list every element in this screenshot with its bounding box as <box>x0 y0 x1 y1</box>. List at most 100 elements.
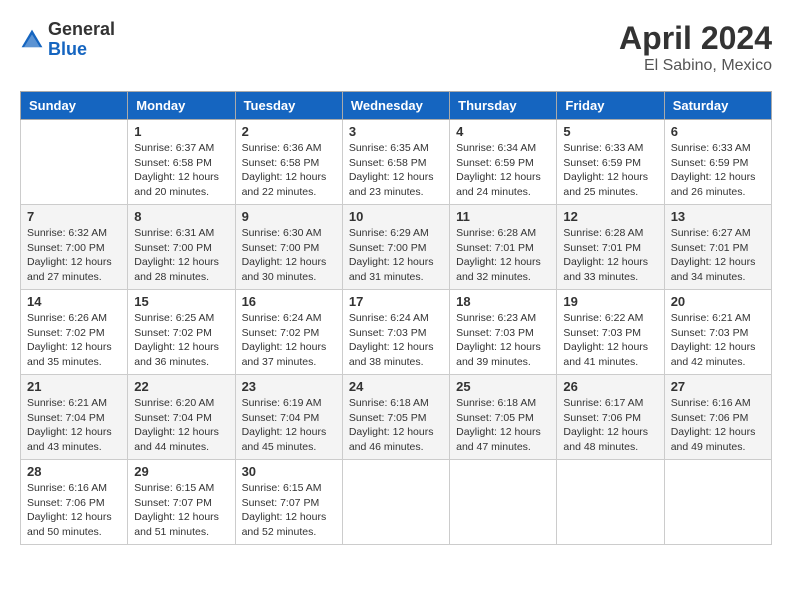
calendar-cell: 24 Sunrise: 6:18 AM Sunset: 7:05 PM Dayli… <box>342 375 449 460</box>
day-info: Sunrise: 6:28 AM Sunset: 7:01 PM Dayligh… <box>563 226 657 285</box>
day-number: 2 <box>242 124 336 139</box>
weekday-header-tuesday: Tuesday <box>235 92 342 120</box>
weekday-header-friday: Friday <box>557 92 664 120</box>
calendar-cell: 2 Sunrise: 6:36 AM Sunset: 6:58 PM Daylig… <box>235 120 342 205</box>
day-info: Sunrise: 6:35 AM Sunset: 6:58 PM Dayligh… <box>349 141 443 200</box>
day-info: Sunrise: 6:31 AM Sunset: 7:00 PM Dayligh… <box>134 226 228 285</box>
day-number: 15 <box>134 294 228 309</box>
logo-icon <box>20 28 44 52</box>
calendar-cell: 17Sunrise: 6:24 AM Sunset: 7:03 PM Dayli… <box>342 290 449 375</box>
day-number: 1 <box>134 124 228 139</box>
day-info: Sunrise: 6:18 AM Sunset: 7:05 PM Dayligh… <box>349 396 443 455</box>
day-number: 18 <box>456 294 550 309</box>
day-number: 6 <box>671 124 765 139</box>
day-number: 29 <box>134 464 228 479</box>
day-info: Sunrise: 6:36 AM Sunset: 6:58 PM Dayligh… <box>242 141 336 200</box>
calendar-cell <box>21 120 128 205</box>
calendar-cell: 19 Sunrise: 6:22 AM Sunset: 7:03 PM Dayli… <box>557 290 664 375</box>
day-info: Sunrise: 6:29 AM Sunset: 7:00 PM Dayligh… <box>349 226 443 285</box>
calendar-cell: 16Sunrise: 6:24 AM Sunset: 7:02 PM Dayli… <box>235 290 342 375</box>
day-number: 11 <box>456 209 550 224</box>
day-info: Sunrise: 6:23 AM Sunset: 7:03 PM Dayligh… <box>456 311 550 370</box>
day-number: 25 <box>456 379 550 394</box>
location: El Sabino, Mexico <box>619 57 772 75</box>
week-row-2: 7 Sunrise: 6:32 AM Sunset: 7:00 PM Daylig… <box>21 205 772 290</box>
weekday-header-thursday: Thursday <box>450 92 557 120</box>
day-info: Sunrise: 6:22 AM Sunset: 7:03 PM Dayligh… <box>563 311 657 370</box>
week-row-4: 21 Sunrise: 6:21 AM Sunset: 7:04 PM Dayli… <box>21 375 772 460</box>
day-info: Sunrise: 6:30 AM Sunset: 7:00 PM Dayligh… <box>242 226 336 285</box>
calendar-cell <box>450 460 557 545</box>
calendar-cell: 10 Sunrise: 6:29 AM Sunset: 7:00 PM Dayli… <box>342 205 449 290</box>
calendar-cell: 6 Sunrise: 6:33 AM Sunset: 6:59 PM Daylig… <box>664 120 771 205</box>
day-number: 10 <box>349 209 443 224</box>
month-title: April 2024 <box>619 20 772 57</box>
weekday-header-saturday: Saturday <box>664 92 771 120</box>
calendar-cell: 7 Sunrise: 6:32 AM Sunset: 7:00 PM Daylig… <box>21 205 128 290</box>
day-info: Sunrise: 6:28 AM Sunset: 7:01 PM Dayligh… <box>456 226 550 285</box>
day-number: 23 <box>242 379 336 394</box>
calendar-cell: 23 Sunrise: 6:19 AM Sunset: 7:04 PM Dayli… <box>235 375 342 460</box>
title-block: April 2024 El Sabino, Mexico <box>619 20 772 75</box>
day-info: Sunrise: 6:21 AM Sunset: 7:04 PM Dayligh… <box>27 396 121 455</box>
calendar-cell: 20 Sunrise: 6:21 AM Sunset: 7:03 PM Dayli… <box>664 290 771 375</box>
day-number: 14 <box>27 294 121 309</box>
day-number: 5 <box>563 124 657 139</box>
calendar-cell: 14 Sunrise: 6:26 AM Sunset: 7:02 PM Dayli… <box>21 290 128 375</box>
day-info: Sunrise: 6:16 AM Sunset: 7:06 PM Dayligh… <box>27 481 121 540</box>
calendar-cell: 9 Sunrise: 6:30 AM Sunset: 7:00 PM Daylig… <box>235 205 342 290</box>
day-info: Sunrise: 6:37 AM Sunset: 6:58 PM Dayligh… <box>134 141 228 200</box>
day-info: Sunrise: 6:17 AM Sunset: 7:06 PM Dayligh… <box>563 396 657 455</box>
calendar-cell <box>342 460 449 545</box>
day-info: Sunrise: 6:19 AM Sunset: 7:04 PM Dayligh… <box>242 396 336 455</box>
day-number: 26 <box>563 379 657 394</box>
day-number: 21 <box>27 379 121 394</box>
weekday-header-row: SundayMondayTuesdayWednesdayThursdayFrid… <box>21 92 772 120</box>
day-info: Sunrise: 6:26 AM Sunset: 7:02 PM Dayligh… <box>27 311 121 370</box>
day-number: 24 <box>349 379 443 394</box>
calendar-cell: 1 Sunrise: 6:37 AM Sunset: 6:58 PM Daylig… <box>128 120 235 205</box>
page-header: General Blue April 2024 El Sabino, Mexic… <box>20 20 772 75</box>
calendar-cell: 18 Sunrise: 6:23 AM Sunset: 7:03 PM Dayli… <box>450 290 557 375</box>
calendar-cell <box>557 460 664 545</box>
weekday-header-sunday: Sunday <box>21 92 128 120</box>
weekday-header-wednesday: Wednesday <box>342 92 449 120</box>
week-row-1: 1 Sunrise: 6:37 AM Sunset: 6:58 PM Daylig… <box>21 120 772 205</box>
calendar-cell: 25Sunrise: 6:18 AM Sunset: 7:05 PM Dayli… <box>450 375 557 460</box>
day-info: Sunrise: 6:32 AM Sunset: 7:00 PM Dayligh… <box>27 226 121 285</box>
calendar-cell: 13Sunrise: 6:27 AM Sunset: 7:01 PM Dayli… <box>664 205 771 290</box>
week-row-5: 28 Sunrise: 6:16 AM Sunset: 7:06 PM Dayli… <box>21 460 772 545</box>
day-info: Sunrise: 6:33 AM Sunset: 6:59 PM Dayligh… <box>563 141 657 200</box>
day-number: 7 <box>27 209 121 224</box>
day-number: 17 <box>349 294 443 309</box>
day-number: 12 <box>563 209 657 224</box>
day-number: 28 <box>27 464 121 479</box>
day-number: 8 <box>134 209 228 224</box>
calendar-table: SundayMondayTuesdayWednesdayThursdayFrid… <box>20 91 772 545</box>
calendar-cell: 8 Sunrise: 6:31 AM Sunset: 7:00 PM Daylig… <box>128 205 235 290</box>
day-number: 9 <box>242 209 336 224</box>
day-info: Sunrise: 6:21 AM Sunset: 7:03 PM Dayligh… <box>671 311 765 370</box>
calendar-cell: 29Sunrise: 6:15 AM Sunset: 7:07 PM Dayli… <box>128 460 235 545</box>
calendar-cell: 30Sunrise: 6:15 AM Sunset: 7:07 PM Dayli… <box>235 460 342 545</box>
calendar-cell: 15 Sunrise: 6:25 AM Sunset: 7:02 PM Dayli… <box>128 290 235 375</box>
day-number: 27 <box>671 379 765 394</box>
calendar-cell: 28 Sunrise: 6:16 AM Sunset: 7:06 PM Dayli… <box>21 460 128 545</box>
day-number: 20 <box>671 294 765 309</box>
day-info: Sunrise: 6:16 AM Sunset: 7:06 PM Dayligh… <box>671 396 765 455</box>
calendar-cell: 22Sunrise: 6:20 AM Sunset: 7:04 PM Dayli… <box>128 375 235 460</box>
logo: General Blue <box>20 20 115 60</box>
day-info: Sunrise: 6:27 AM Sunset: 7:01 PM Dayligh… <box>671 226 765 285</box>
calendar-cell: 26 Sunrise: 6:17 AM Sunset: 7:06 PM Dayli… <box>557 375 664 460</box>
day-info: Sunrise: 6:33 AM Sunset: 6:59 PM Dayligh… <box>671 141 765 200</box>
day-info: Sunrise: 6:34 AM Sunset: 6:59 PM Dayligh… <box>456 141 550 200</box>
calendar-cell: 27 Sunrise: 6:16 AM Sunset: 7:06 PM Dayli… <box>664 375 771 460</box>
day-number: 22 <box>134 379 228 394</box>
day-info: Sunrise: 6:25 AM Sunset: 7:02 PM Dayligh… <box>134 311 228 370</box>
day-info: Sunrise: 6:15 AM Sunset: 7:07 PM Dayligh… <box>242 481 336 540</box>
day-number: 16 <box>242 294 336 309</box>
calendar-cell <box>664 460 771 545</box>
calendar-cell: 5 Sunrise: 6:33 AM Sunset: 6:59 PM Daylig… <box>557 120 664 205</box>
day-number: 19 <box>563 294 657 309</box>
day-number: 3 <box>349 124 443 139</box>
